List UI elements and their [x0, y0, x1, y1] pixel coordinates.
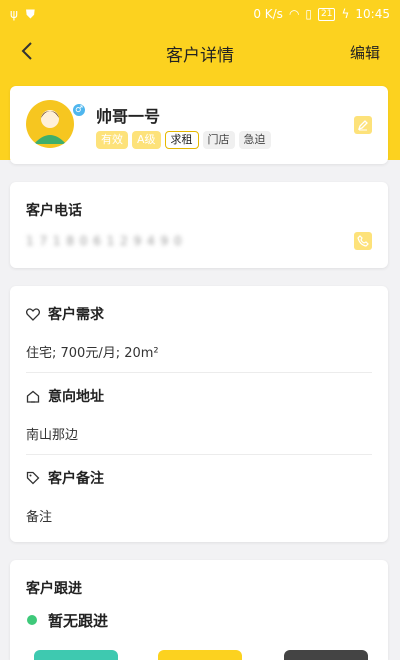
address-value: 南山那边 [26, 428, 79, 443]
heart-icon [26, 307, 40, 321]
bottom-action-button[interactable] [34, 650, 118, 660]
phone-number: 1 7 1 8 0 6 1 2 9 4 9 0 [26, 234, 183, 248]
remark-section: 客户备注 备注 [26, 468, 372, 525]
tag-list: 有效 A级 求租 门店 急迫 [96, 131, 271, 149]
gender-male-icon: ♂ [71, 102, 87, 118]
customer-name: 帅哥一号 [96, 107, 161, 126]
tag-store: 门店 [202, 131, 235, 149]
tag-rent: 求租 [164, 131, 199, 149]
sim-icon: ▯ [305, 7, 313, 21]
net-speed: 0 K/s [253, 7, 283, 21]
follow-card: 客户跟进 暂无跟进 [10, 560, 388, 660]
demand-label: 客户需求 [48, 307, 104, 323]
pencil-icon [357, 120, 368, 131]
call-button[interactable] [354, 232, 372, 250]
usb-icon: ψ [10, 7, 18, 21]
profile-card: ♂ 帅哥一号 有效 A级 求租 门店 急迫 [10, 86, 388, 164]
address-section: 意向地址 南山那边 [26, 386, 372, 443]
person-avatar-icon [34, 110, 66, 144]
nav-bar: 客户详情 编辑 [0, 28, 400, 74]
edit-button[interactable]: 编辑 [350, 42, 380, 63]
phone-card: 客户电话 1 7 1 8 0 6 1 2 9 4 9 0 [10, 182, 388, 268]
phone-label: 客户电话 [26, 203, 82, 219]
remark-value: 备注 [26, 510, 53, 525]
address-label: 意向地址 [48, 389, 104, 405]
tag-icon [26, 471, 40, 485]
page-title: 客户详情 [166, 46, 234, 66]
status-dot-icon [27, 615, 37, 625]
wifi-icon: ◠ [288, 7, 300, 21]
bottom-action-button[interactable] [158, 650, 242, 660]
shield-icon: ⛊ [25, 6, 35, 21]
battery-icon: 21 [318, 7, 336, 21]
bottom-action-button[interactable] [284, 650, 368, 660]
follow-label: 客户跟进 [26, 581, 82, 597]
bottom-action-bar [0, 650, 400, 660]
status-bar: ψ ⛊ 0 K/s ◠ ▯ 21 ϟ 10:45 [0, 0, 400, 28]
divider [26, 372, 372, 373]
tag-valid: 有效 [96, 131, 128, 149]
avatar [26, 100, 74, 148]
follow-status: 暂无跟进 [48, 612, 109, 630]
divider [26, 454, 372, 455]
edit-profile-button[interactable] [354, 116, 372, 134]
demand-section: 客户需求 住宅; 700元/月; 20m² [26, 304, 372, 361]
charging-icon: ϟ [341, 7, 350, 21]
phone-icon [357, 235, 369, 247]
demand-value: 住宅; 700元/月; 20m² [26, 346, 159, 361]
info-card: 客户需求 住宅; 700元/月; 20m² 意向地址 南山那边 客户备注 备注 [10, 286, 388, 542]
tag-level: A级 [132, 131, 161, 149]
home-icon [26, 390, 40, 403]
remark-label: 客户备注 [48, 471, 104, 487]
clock: 10:45 [355, 7, 390, 21]
tag-urgent: 急迫 [238, 131, 271, 149]
